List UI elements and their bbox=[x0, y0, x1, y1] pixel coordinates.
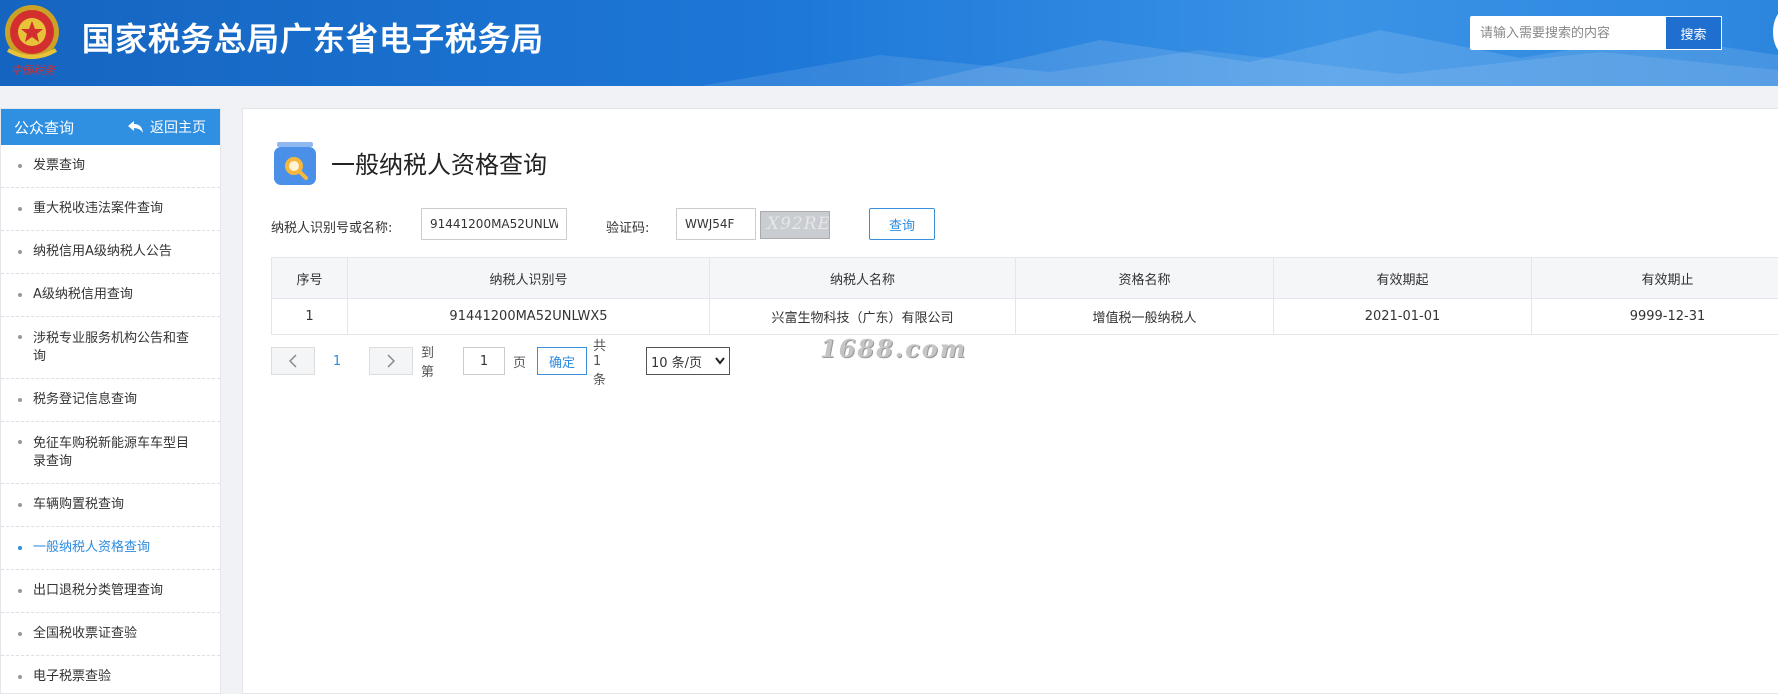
query-button[interactable]: 查询 bbox=[869, 208, 935, 240]
chevron-left-icon bbox=[289, 354, 297, 368]
page-number-current[interactable]: 1 bbox=[322, 347, 352, 375]
sidebar-item-e-receipt-verify[interactable]: 电子税票查验 bbox=[1, 656, 220, 693]
chevron-right-icon bbox=[387, 354, 395, 368]
cell-valid-from: 2021-01-01 bbox=[1273, 298, 1532, 335]
cell-taxpayer-id: 91441200MA52UNLWX5 bbox=[347, 298, 710, 335]
search-document-icon bbox=[272, 141, 318, 187]
sidebar-item-a-credit-notice[interactable]: 纳税信用A级纳税人公告 bbox=[1, 231, 220, 274]
total-count: 共 1 条 bbox=[593, 338, 607, 388]
col-header-valid-from: 有效期起 bbox=[1273, 257, 1532, 299]
taxpayer-id-label: 纳税人识别号或名称: bbox=[271, 221, 393, 236]
sidebar-item-registration[interactable]: 税务登记信息查询 bbox=[1, 379, 220, 422]
goto-confirm-button[interactable]: 确定 bbox=[537, 347, 587, 375]
sidebar-item-label: 出口退税分类管理查询 bbox=[33, 583, 164, 598]
back-arrow-icon bbox=[128, 121, 143, 133]
sidebar-item-tax-receipt-verify[interactable]: 全国税收票证查验 bbox=[1, 613, 220, 656]
sidebar-item-export-rebate[interactable]: 出口退税分类管理查询 bbox=[1, 570, 220, 613]
next-page-button[interactable] bbox=[369, 347, 413, 375]
captcha-label: 验证码: bbox=[606, 221, 650, 236]
sidebar-item-label: 纳税信用A级纳税人公告 bbox=[33, 244, 172, 259]
taxpayer-id-input[interactable] bbox=[421, 208, 567, 240]
sidebar-item-tax-agency[interactable]: 涉税专业服务机构公告和查询 bbox=[1, 317, 220, 379]
tax-emblem-logo[interactable]: 中国税务 bbox=[2, 2, 62, 78]
result-table: 序号 纳税人识别号 纳税人名称 资格名称 有效期起 有效期止 1 9144120… bbox=[271, 257, 1778, 335]
search-button[interactable]: 搜索 bbox=[1665, 16, 1722, 50]
sidebar-title: 公众查询 bbox=[14, 118, 75, 137]
cell-qualification: 增值税一般纳税人 bbox=[1015, 298, 1274, 335]
sidebar-item-label: 免征车购税新能源车车型目录查询 bbox=[33, 435, 190, 469]
sidebar-item-label: 涉税专业服务机构公告和查询 bbox=[33, 330, 190, 364]
sidebar-item-a-credit-query[interactable]: A级纳税信用查询 bbox=[1, 274, 220, 317]
col-header-valid-to: 有效期止 bbox=[1531, 257, 1778, 299]
sidebar-item-general-taxpayer[interactable]: 一般纳税人资格查询 bbox=[1, 527, 220, 570]
sidebar-item-major-violation[interactable]: 重大税收违法案件查询 bbox=[1, 188, 220, 231]
watermark: 1688.com bbox=[820, 334, 968, 363]
goto-label: 到第 bbox=[421, 346, 435, 380]
cell-index: 1 bbox=[271, 298, 348, 335]
sidebar-item-label: 税务登记信息查询 bbox=[33, 392, 138, 407]
logo-caption: 中国税务 bbox=[11, 64, 55, 77]
chevron-down-icon bbox=[715, 357, 725, 365]
sidebar-item-label: 全国税收票证查验 bbox=[33, 626, 138, 641]
col-header-taxpayer-id: 纳税人识别号 bbox=[347, 257, 710, 299]
sidebar-item-label: 电子税票查验 bbox=[33, 669, 112, 684]
goto-page-input[interactable]: 1 bbox=[463, 347, 505, 375]
sidebar-item-label: 车辆购置税查询 bbox=[33, 497, 125, 512]
sidebar-item-label: 重大税收违法案件查询 bbox=[33, 201, 164, 216]
search-input[interactable] bbox=[1470, 16, 1665, 50]
sidebar-item-label: A级纳税信用查询 bbox=[33, 287, 133, 302]
sidebar-item-label: 发票查询 bbox=[33, 158, 86, 173]
captcha-image-text: X92REZ bbox=[767, 214, 830, 234]
main-panel: 一般纳税人资格查询 纳税人识别号或名称: 验证码: X92REZ 查询 序号 纳… bbox=[242, 108, 1778, 694]
sidebar-item-nev-catalog[interactable]: 免征车购税新能源车车型目录查询 bbox=[1, 422, 220, 484]
header-banner: 中国税务 国家税务总局广东省电子税务局 搜索 bbox=[0, 0, 1778, 86]
cell-valid-to: 9999-12-31 bbox=[1531, 298, 1778, 335]
sidebar-item-label: 一般纳税人资格查询 bbox=[33, 540, 151, 555]
prev-page-button[interactable] bbox=[271, 347, 315, 375]
sidebar-header: 公众查询 返回主页 bbox=[1, 109, 220, 145]
col-header-qualification: 资格名称 bbox=[1015, 257, 1274, 299]
back-home-link[interactable]: 返回主页 bbox=[128, 117, 206, 137]
col-header-index: 序号 bbox=[271, 257, 348, 299]
table-header-row: 序号 纳税人识别号 纳税人名称 资格名称 有效期起 有效期止 bbox=[271, 257, 1778, 299]
site-title: 国家税务总局广东省电子税务局 bbox=[82, 20, 545, 58]
col-header-taxpayer-name: 纳税人名称 bbox=[709, 257, 1016, 299]
search-box: 搜索 bbox=[1470, 16, 1722, 50]
page-title: 一般纳税人资格查询 bbox=[331, 151, 547, 179]
back-home-label: 返回主页 bbox=[150, 120, 206, 136]
captcha-image[interactable]: X92REZ bbox=[760, 211, 830, 239]
page-unit-label: 页 bbox=[513, 355, 527, 371]
sidebar: 公众查询 返回主页 发票查询 重大税收违法案件查询 纳税信用A级纳税人公告 A级… bbox=[0, 108, 221, 694]
cell-taxpayer-name: 兴富生物科技（广东）有限公司 bbox=[709, 298, 1016, 335]
sidebar-item-vehicle-tax[interactable]: 车辆购置税查询 bbox=[1, 484, 220, 527]
sidebar-item-invoice-query[interactable]: 发票查询 bbox=[1, 145, 220, 188]
table-row: 1 91441200MA52UNLWX5 兴富生物科技（广东）有限公司 增值税一… bbox=[271, 298, 1778, 335]
page-size-value: 10 条/页 bbox=[651, 355, 703, 371]
page-size-select[interactable]: 10 条/页 bbox=[646, 347, 730, 375]
captcha-input[interactable] bbox=[676, 208, 756, 240]
